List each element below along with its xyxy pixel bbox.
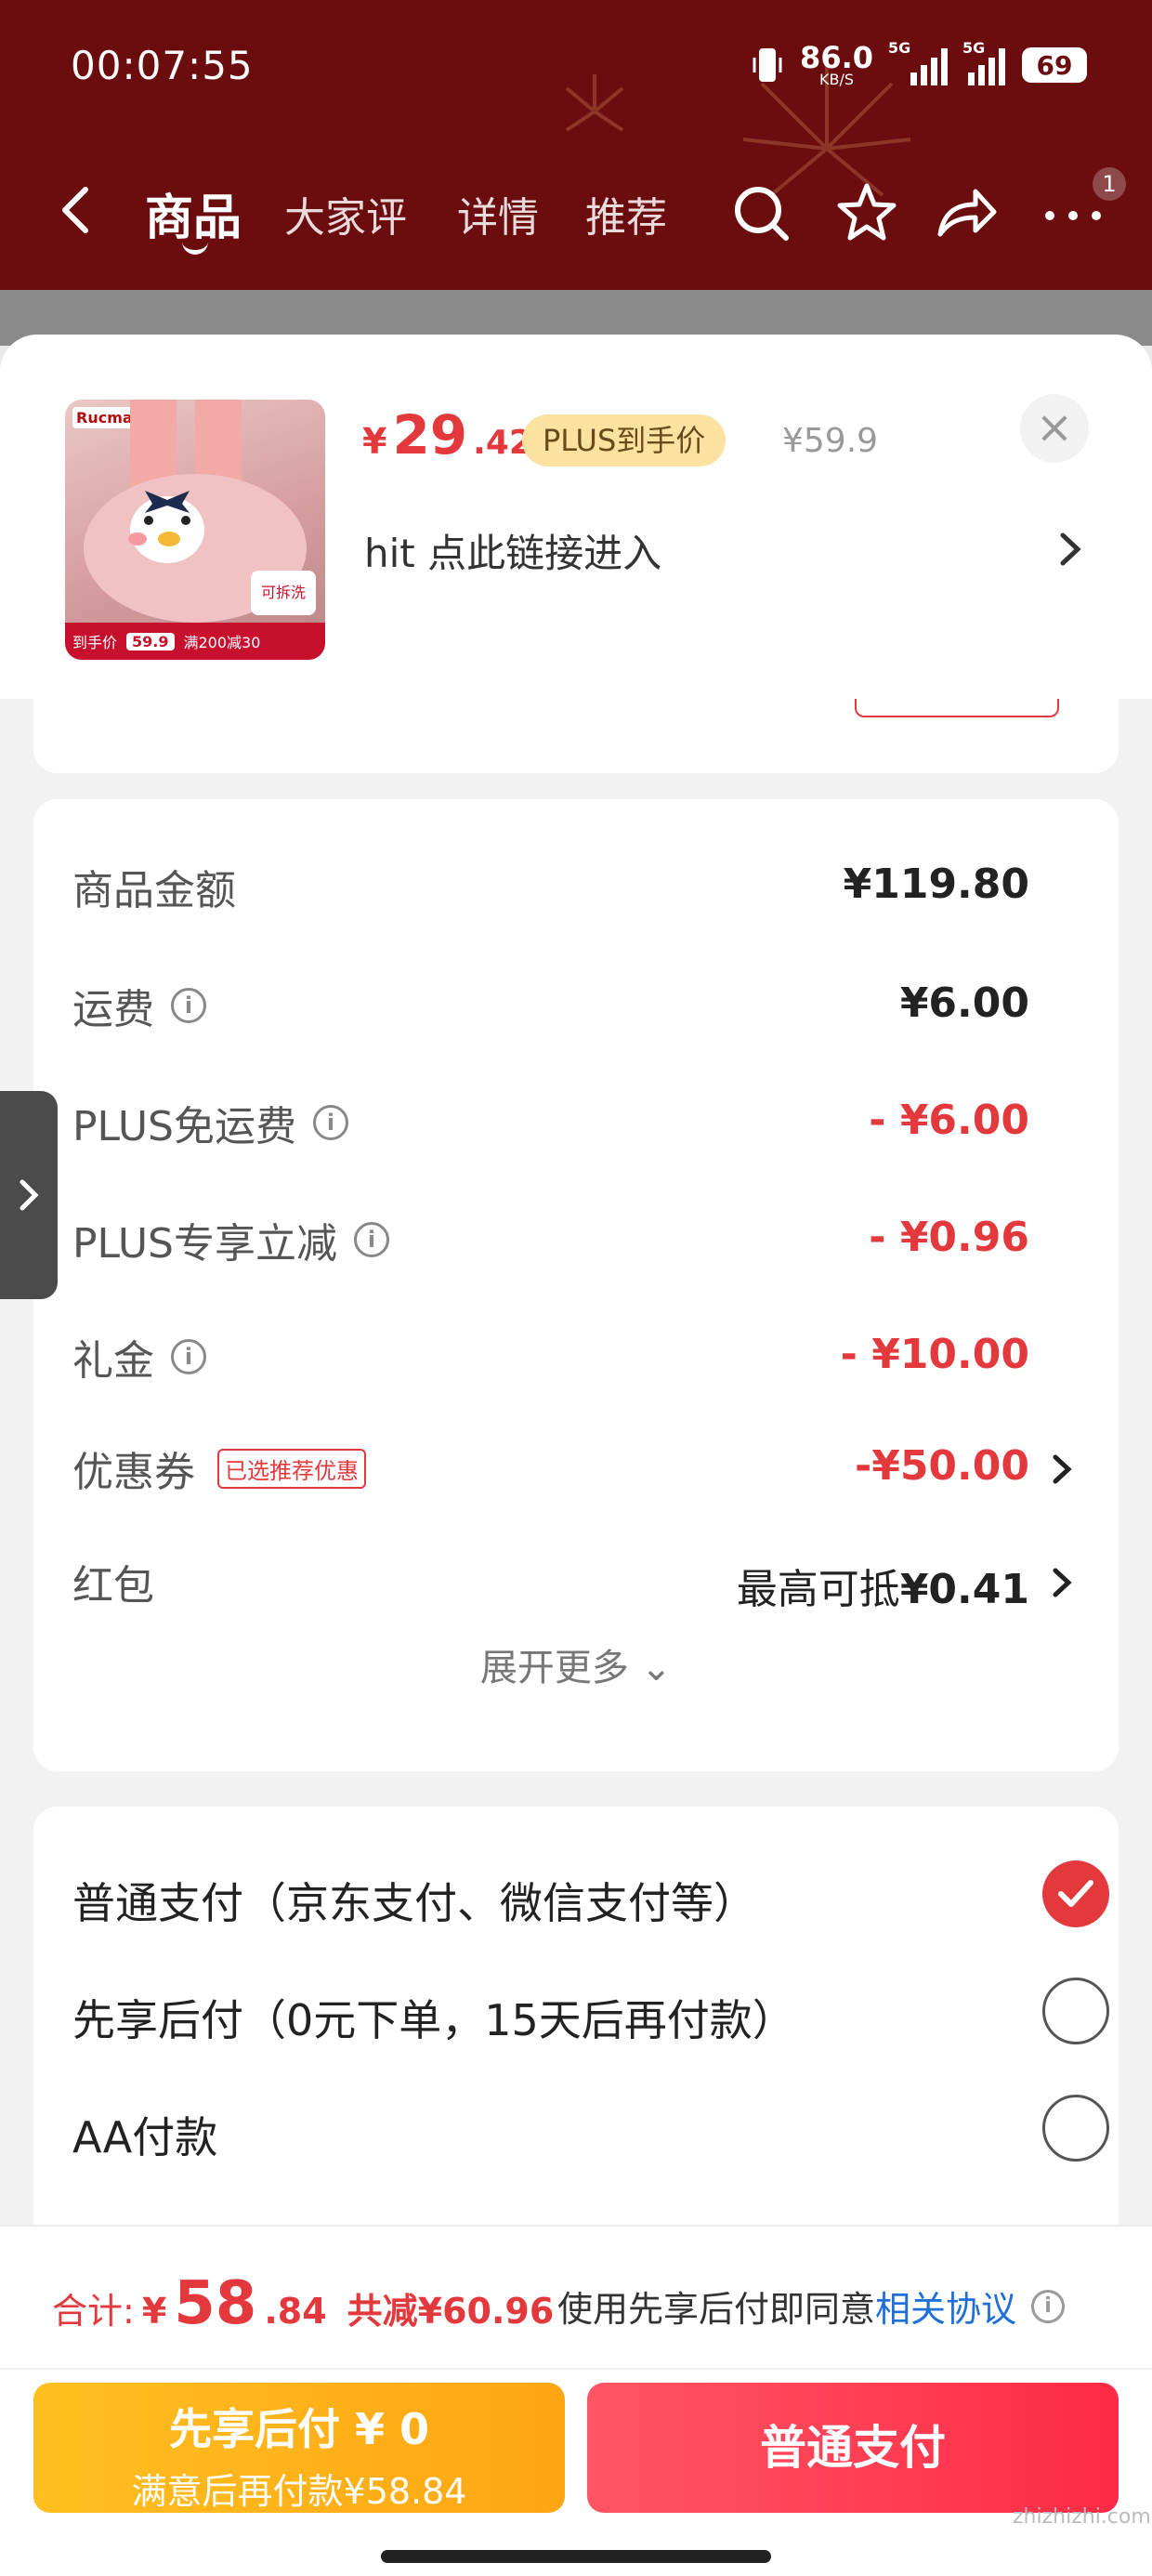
- summary-row-plus-free-shipping: PLUS免运费 i - ¥6.00: [72, 1097, 1029, 1150]
- radio-checked[interactable]: [1042, 1860, 1109, 1927]
- product-thumbnail[interactable]: Rucma 可拆洗 到手价 59.9 满200减30: [65, 400, 325, 660]
- top-header: 00:07:55 86.0 KB/S 5G 5G 69 商品 大家评 详情 推荐…: [0, 0, 1152, 290]
- side-expand-tab[interactable]: [0, 1091, 58, 1299]
- info-icon[interactable]: i: [354, 1222, 389, 1257]
- network-speed: 86.0 KB/S: [800, 40, 873, 88]
- payment-option-aa[interactable]: AA付款: [72, 2089, 1109, 2173]
- address-card-fragment: [33, 699, 1119, 773]
- radio-unchecked[interactable]: [1042, 2095, 1109, 2162]
- chevron-right-icon: [1053, 1454, 1072, 1484]
- info-icon[interactable]: i: [313, 1105, 348, 1140]
- product-link-text: hit 点此链接进入: [364, 530, 662, 576]
- summary-row-gift: 礼金 i - ¥10.00: [72, 1331, 1029, 1385]
- payment-option-normal[interactable]: 普通支付（京东支付、微信支付等）: [72, 1855, 1109, 1939]
- info-icon[interactable]: i: [171, 1339, 206, 1374]
- summary-row-coupon[interactable]: 优惠券 已选推荐优惠 -¥50.00: [72, 1429, 1076, 1504]
- product-link-row[interactable]: hit 点此链接进入: [364, 513, 1089, 587]
- watermark: zhizhizhi.com: [1013, 2505, 1151, 2529]
- share-icon[interactable]: [933, 180, 998, 245]
- total-saved: 共减¥60.96: [347, 2291, 555, 2332]
- message-badge: 1: [1093, 167, 1126, 201]
- price-summary-card: 商品金额 ¥119.80 运费 i ¥6.00 PLUS免运费 i - ¥6.00 …: [33, 799, 1119, 1771]
- promo-strip: 到手价 59.9 满200减30: [65, 623, 325, 660]
- agreement-link[interactable]: 相关协议: [875, 2280, 1016, 2332]
- chevron-right-icon: [20, 1179, 39, 1211]
- plus-price-tag: PLUS到手价: [522, 414, 727, 467]
- battery-icon: 69: [1022, 47, 1087, 83]
- slipper-image: [84, 400, 307, 623]
- divider: [0, 2368, 1152, 2370]
- washable-tag: 可拆洗: [251, 571, 316, 615]
- summary-row-red-packet[interactable]: 红包 最高可抵¥0.41: [72, 1543, 1076, 1617]
- summary-row-plus-discount: PLUS专享立减 i - ¥0.96: [72, 1214, 1029, 1268]
- search-icon[interactable]: [728, 180, 793, 245]
- tab-active-indicator: [182, 242, 208, 255]
- plus-price: ¥ 29 .42: [362, 403, 532, 467]
- tab-recommend[interactable]: 推荐: [585, 184, 667, 243]
- original-price: ¥59.9: [782, 422, 879, 460]
- normal-pay-button[interactable]: 普通支付: [587, 2383, 1119, 2513]
- bnpl-button[interactable]: 先享后付 ¥ 0 满意后再付款¥58.84: [33, 2383, 565, 2513]
- tab-details[interactable]: 详情: [457, 184, 539, 243]
- nav-bar: 商品 大家评 详情 推荐 1: [0, 167, 1152, 260]
- coupon-selected-tag: 已选推荐优惠: [217, 1448, 366, 1489]
- payment-option-bnpl[interactable]: 先享后付（0元下单，15天后再付款）: [72, 1972, 1109, 2056]
- tab-product[interactable]: 商品: [145, 178, 242, 248]
- chevron-right-icon: [1060, 532, 1081, 566]
- clock: 00:07:55: [71, 43, 254, 88]
- signal-icon: 5G: [888, 39, 948, 85]
- order-total: 合计: ¥ 58 .84 共减¥60.96: [52, 2269, 555, 2338]
- radio-unchecked[interactable]: [1042, 1978, 1109, 2044]
- back-arrow-icon[interactable]: [50, 182, 106, 238]
- info-icon[interactable]: i: [1031, 2289, 1066, 2323]
- signal-icon-2: 5G: [962, 39, 1005, 85]
- expand-more-button[interactable]: 展开更多 ⌄: [33, 1637, 1119, 1691]
- fragment-button: [855, 699, 1059, 717]
- home-indicator[interactable]: [381, 2550, 771, 2563]
- close-button[interactable]: ×: [1020, 394, 1089, 463]
- info-icon[interactable]: i: [171, 988, 206, 1023]
- vibrate-icon: [753, 48, 782, 82]
- star-icon[interactable]: [834, 180, 899, 245]
- tab-reviews[interactable]: 大家评: [284, 184, 407, 243]
- status-bar: 00:07:55 86.0 KB/S 5G 5G 69: [0, 0, 1152, 139]
- summary-row-goods: 商品金额 ¥119.80: [72, 861, 1029, 914]
- summary-row-shipping: 运费 i ¥6.00: [72, 979, 1029, 1033]
- payment-method-card: 普通支付（京东支付、微信支付等） 先享后付（0元下单，15天后再付款） AA付款: [33, 1807, 1119, 2271]
- agreement-text: 使用先享后付即同意 相关协议 i: [557, 2280, 1066, 2332]
- check-icon: [1058, 1880, 1093, 1907]
- chevron-right-icon: [1053, 1568, 1072, 1597]
- product-header: Rucma 可拆洗 到手价 59.9 满200减30 ¥ 29 .42 PLUS…: [0, 335, 1152, 699]
- checkout-bar: 合计: ¥ 58 .84 共减¥60.96 使用先享后付即同意 相关协议 i 先…: [0, 2225, 1152, 2576]
